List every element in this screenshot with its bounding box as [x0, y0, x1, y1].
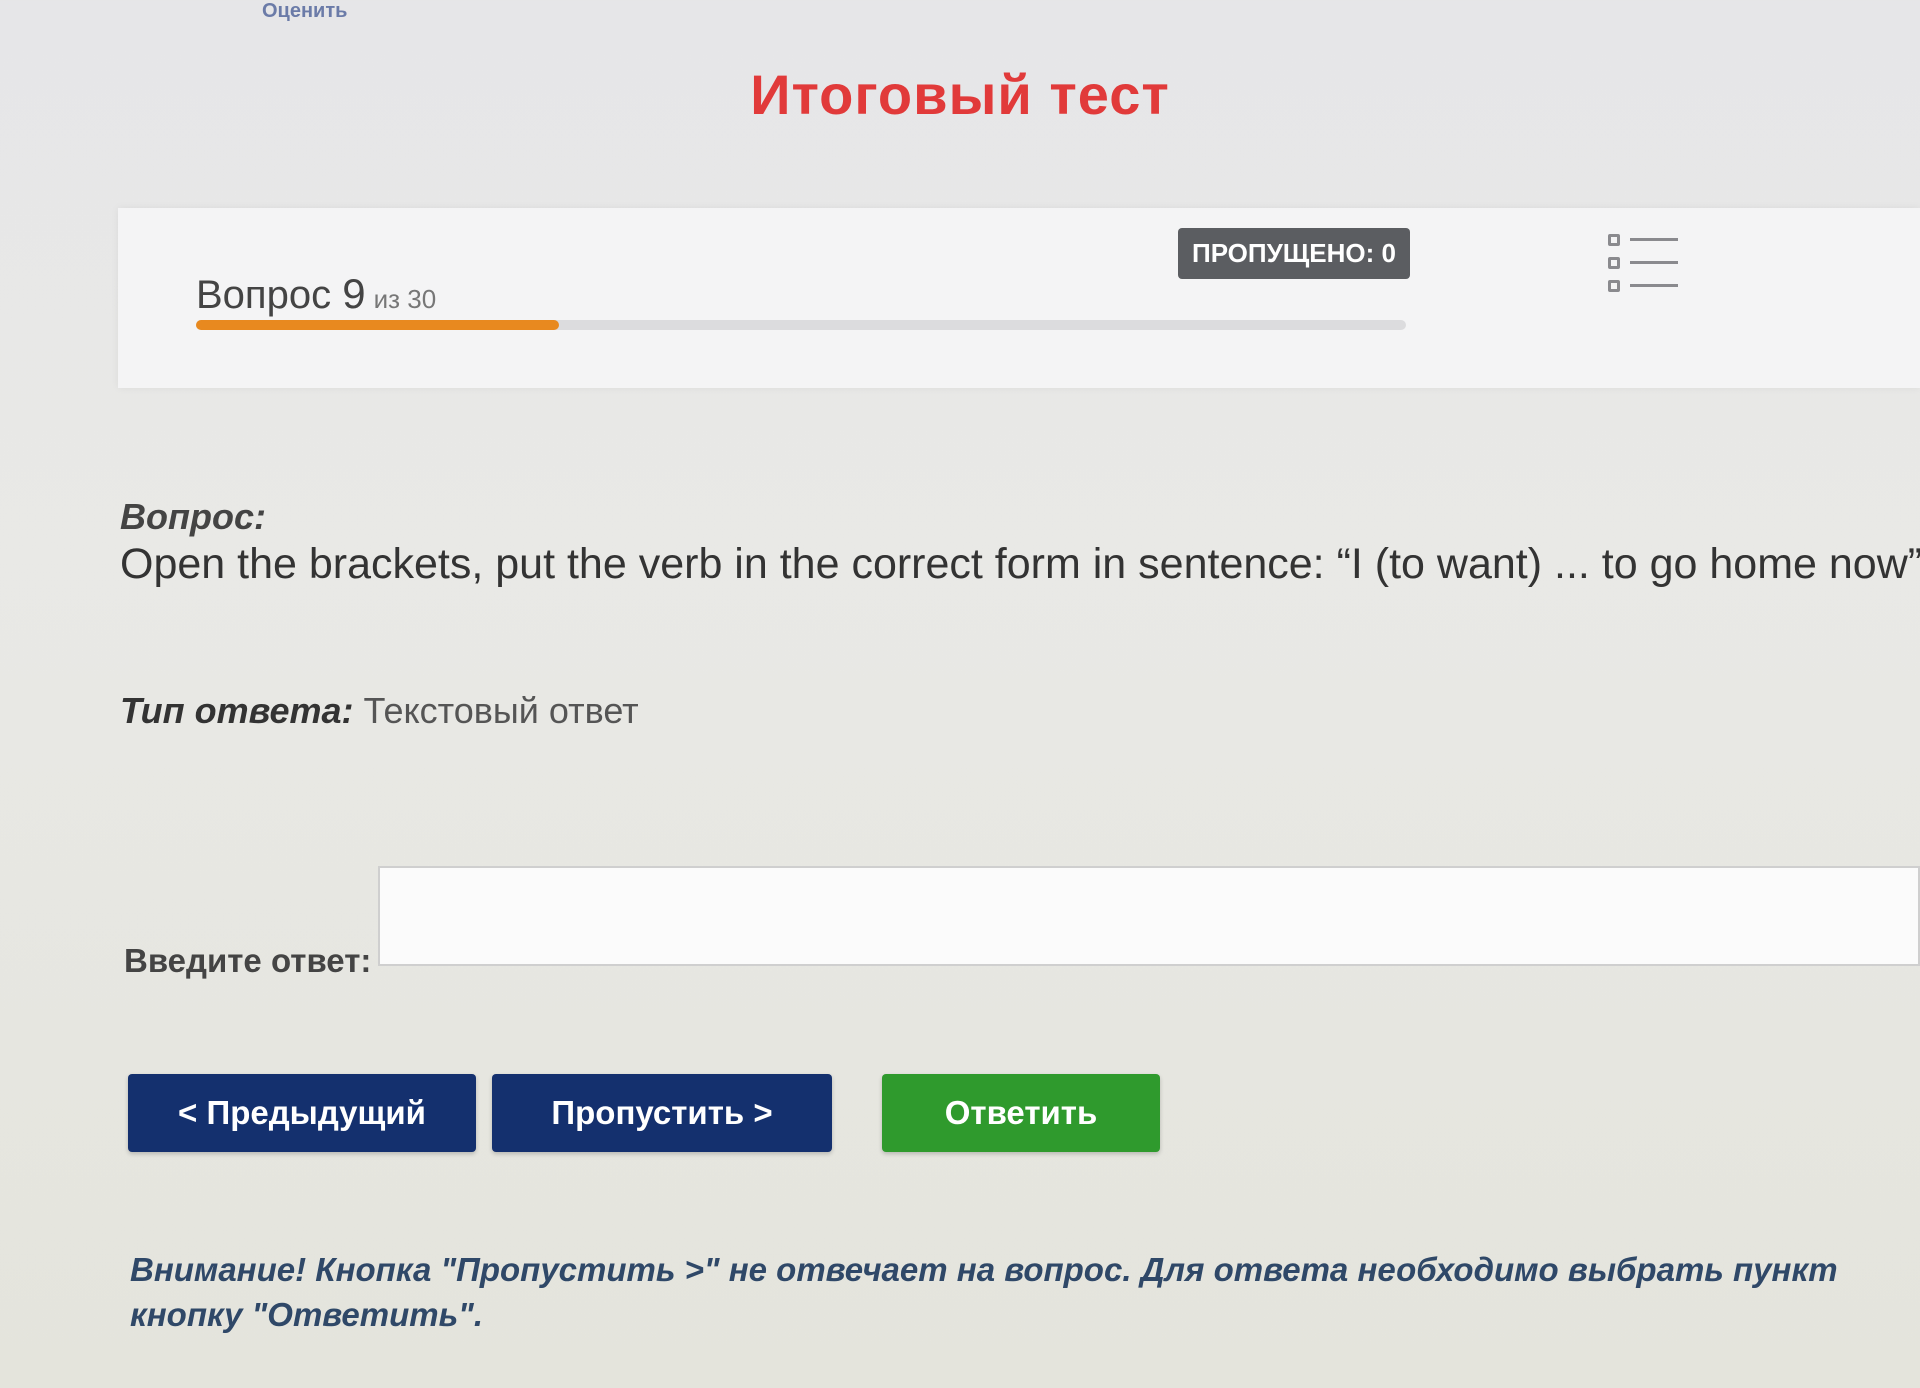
answer-input[interactable] — [378, 866, 1920, 966]
answer-type-value: Текстовый ответ — [363, 690, 639, 731]
question-label: Вопрос: — [120, 496, 266, 537]
page-title: Итоговый тест — [750, 63, 1170, 126]
progress-bar — [196, 320, 1406, 330]
answer-type: Тип ответа: Текстовый ответ — [120, 690, 639, 732]
rate-link[interactable]: Оценить — [262, 0, 347, 23]
question-counter-label: Вопрос — [196, 273, 332, 317]
progress-bar-fill — [196, 320, 559, 330]
skipped-badge: ПРОПУЩЕНО: 0 — [1178, 228, 1410, 279]
previous-button[interactable]: < Предыдущий — [128, 1074, 476, 1152]
question-list-icon[interactable] — [1608, 228, 1688, 298]
answer-type-label: Тип ответа: — [120, 690, 354, 731]
question-current-number: 9 — [342, 270, 366, 317]
warning-text: Внимание! Кнопка "Пропустить >" не отвеч… — [130, 1251, 1838, 1333]
question-total: из 30 — [373, 284, 437, 314]
submit-answer-button[interactable]: Ответить — [882, 1074, 1160, 1152]
question-counter: Вопрос 9 из 30 — [196, 270, 436, 318]
question-text: Open the brackets, put the verb in the c… — [120, 540, 1920, 588]
answer-label: Введите ответ: — [124, 942, 372, 979]
progress-panel: Вопрос 9 из 30 ПРОПУЩЕНО: 0 — [118, 208, 1920, 388]
skip-button[interactable]: Пропустить > — [492, 1074, 832, 1152]
